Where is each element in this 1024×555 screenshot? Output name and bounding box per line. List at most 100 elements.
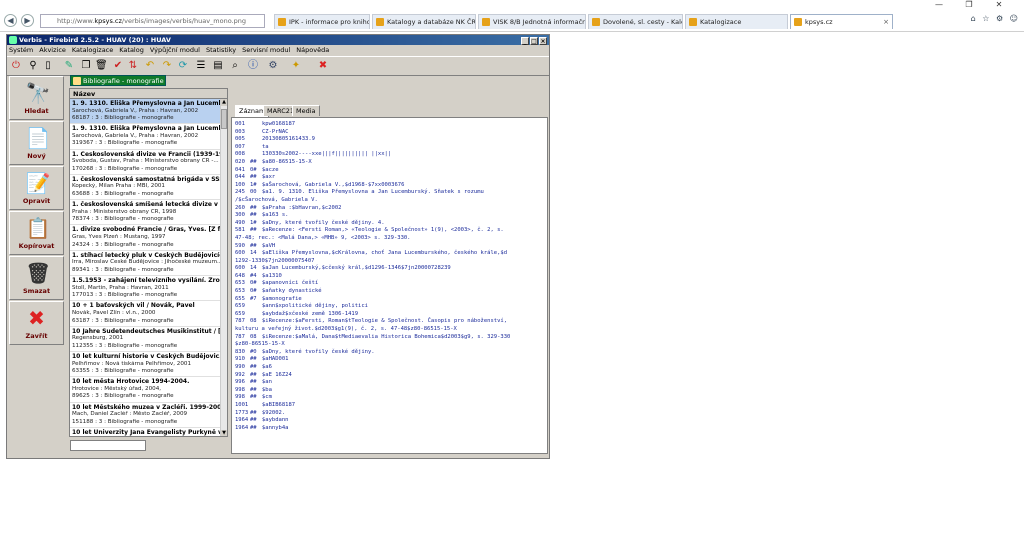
marc-indicator: ## [250, 227, 257, 234]
refresh-icon[interactable]: ⟳ [177, 60, 189, 72]
menu-item[interactable]: Servisní modul [242, 46, 290, 54]
back-arrow-icon[interactable]: ◀ [4, 14, 17, 27]
menu-item[interactable]: Katalog [119, 46, 144, 54]
list-item[interactable]: 1. stíhací letecký pluk v Českých Budějo… [70, 251, 227, 277]
tools-icon[interactable]: ⚙ [267, 60, 279, 72]
address-bar[interactable]: http://www.kpsys.cz/verbis/images/verbis… [40, 14, 265, 28]
marc-line: 044 ## $axr [235, 174, 544, 182]
marc-content: $aJan Lucemburský,$cčeský král,$d1296-13… [262, 265, 451, 272]
browser-tab[interactable]: Katalogizace [685, 14, 788, 29]
binoculars-icon[interactable]: ⚲ [27, 60, 39, 72]
action-panel: 🔭 Hledat 📄 Nový 📝 Opravit 📋 Kopírovat 🗑 Smazat ✖ Za… [9, 76, 64, 345]
app-close-button[interactable]: × [539, 37, 547, 45]
list-item[interactable]: 10 let kulturní historie v Českých Buděj… [70, 352, 227, 378]
close-x-icon: ✖ [28, 306, 45, 330]
list-scrollbar[interactable]: ▲ ▼ [220, 99, 227, 436]
delete-icon[interactable]: 🗑 [95, 60, 108, 72]
marc-tag: 787 [235, 333, 245, 340]
list-icon[interactable]: ☰ [195, 60, 207, 72]
action-1-button[interactable]: 📄 Nový [9, 121, 64, 165]
cancel-icon[interactable]: ✖ [317, 60, 329, 72]
marc-tag: 041 [235, 166, 245, 173]
list-item[interactable]: 1. Československá divize ve Francii (193… [70, 150, 227, 175]
marc-line: 260 ## $aPraha :$bHavran,$c2002 [235, 205, 544, 213]
find-icon[interactable]: ⌕ [229, 60, 241, 72]
browser-toolbar-icons[interactable]: ⌂ ☆ ⚙ ☺ [971, 14, 1020, 28]
list-item[interactable]: 1. československá samostatná brigáda v S… [70, 175, 227, 201]
tab-close-icon[interactable]: × [883, 15, 889, 29]
power-icon[interactable]: ⏻ [10, 60, 22, 72]
app-maximize-button[interactable]: □ [530, 37, 538, 45]
marc-tag: 600 [235, 265, 245, 272]
item-title: 10 let Městského muzea v Žacléři. 1999-2… [72, 403, 225, 411]
item-author: Šarochová, Gabriela V., Praha : Havran, … [72, 107, 199, 114]
menu-item[interactable]: Katalogizace [72, 46, 113, 54]
marc-content: /$cŠarochová, Gabriela V. [235, 196, 318, 203]
action-0-button[interactable]: 🔭 Hledat [9, 76, 64, 120]
app-minimize-button[interactable]: _ [521, 37, 529, 45]
scroll-up-icon[interactable]: ▲ [221, 99, 227, 106]
marc-content: $ann$xpolitické dějiny, politici [262, 303, 368, 310]
blank-page-icon[interactable]: ▯ [42, 60, 54, 72]
browser-tab[interactable]: Katalogy a databáze NK ČR [372, 14, 476, 29]
edit-icon[interactable]: ✎ [63, 60, 75, 72]
list-search-input[interactable] [70, 440, 146, 451]
browser-tab[interactable]: IPK - informace pro knihovny [274, 14, 370, 29]
action-2-button[interactable]: 📝 Opravit [9, 166, 64, 210]
list-item[interactable]: 10 let města Hrotovice 1994-2004. Hrotovi… [70, 377, 227, 403]
marc-indicator: 1# [250, 181, 257, 188]
minimize-button[interactable]: — [924, 0, 954, 9]
address-path: /verbis/images/verbis/huav_mono.png [121, 17, 247, 25]
menu-item[interactable]: Systém [9, 46, 33, 54]
menu-item[interactable]: Statistiky [206, 46, 236, 54]
scroll-down-icon[interactable]: ▼ [221, 430, 227, 436]
list-item[interactable]: 1. divize svobodné Francie / Gras, Yves.… [70, 225, 227, 251]
action-3-button[interactable]: 📋 Kopírovat [9, 211, 64, 255]
list-item[interactable]: 10 let Univerzity Jana Evangelisty Purky… [70, 428, 227, 436]
tab-favicon-icon [794, 18, 802, 26]
close-window-button[interactable]: ✕ [984, 0, 1014, 9]
browser-tab[interactable]: VISK 8/B Jednotná informační... [478, 14, 586, 29]
bulb-icon[interactable]: ✦ [290, 60, 302, 72]
menu-item[interactable]: Výpůjční modul [150, 46, 200, 54]
address-host: kpsys.cz [94, 17, 122, 25]
menu-item[interactable]: Akvizice [39, 46, 66, 54]
document-icon[interactable]: ▤ [212, 60, 224, 72]
list-item[interactable]: 10 let Městského muzea v Žacléři. 1999-2… [70, 403, 227, 428]
marc-line: 245 00 $a1. 9. 1310. Eliška Přemyslovna a … [235, 189, 544, 197]
list-item[interactable]: 10 Jahre Sudetendeutsches Musikinstitut … [70, 327, 227, 352]
document-tab[interactable]: Bibliografie - monografie [70, 75, 166, 86]
forward-arrow-icon[interactable]: ▶ [21, 14, 34, 27]
marc-line: 005 20130805161433.9 [235, 136, 544, 144]
browser-tab[interactable]: kpsys.cz × [790, 14, 893, 29]
maximize-button[interactable]: ❐ [954, 0, 984, 9]
record-tab[interactable]: Media [292, 105, 320, 116]
scroll-thumb[interactable] [221, 109, 227, 129]
list-item[interactable]: 1.5.1953 - zahájení televizního vysílání… [70, 276, 227, 302]
action-label: Nový [27, 152, 46, 160]
browser-tab[interactable]: Dovolené, sl. cesty - Kalendář [588, 14, 683, 29]
item-author: Regensburg, 2001 [72, 335, 124, 342]
list-item[interactable]: 10 + 1 baťovských vil / Novák, Pavel Nová… [70, 301, 227, 327]
menu-item[interactable]: Nápověda [296, 46, 329, 54]
copy-icon[interactable]: ❐ [80, 60, 92, 72]
item-number: 24324 : 3 : Bibliografie - monografie [72, 241, 174, 248]
action-5-button[interactable]: ✖ Zavřít [9, 301, 64, 345]
list-column-header[interactable]: Název [70, 89, 227, 99]
action-4-button[interactable]: 🗑 Smazat [9, 256, 64, 300]
list-item[interactable]: 1. 9. 1310. Eliška Přemyslovna a Jan Luc… [70, 124, 227, 150]
list-item[interactable]: 1. 9. 1310. Eliška Přemyslovna a Jan Luc… [70, 99, 227, 125]
info-icon[interactable]: ⓘ [247, 60, 259, 72]
check-icon[interactable]: ✔ [112, 60, 124, 72]
marc-line: 1964 ## $annyb4a [235, 425, 544, 433]
window-controls: — ❐ ✕ [924, 0, 1024, 12]
marc-content: $aŠarochová, Gabriela V.,$d1968-$7xx0003… [262, 181, 405, 188]
marc-content: $iRecenze:$aFersti, Roman$tTeologie & Sp… [262, 318, 508, 325]
arrows-icon[interactable]: ⇅ [127, 60, 139, 72]
list-item[interactable]: 1. československá smíšená letecká divize… [70, 200, 227, 226]
browser-chrome: — ❐ ✕ ◀ ▶ http://www.kpsys.cz/verbis/image… [0, 0, 1024, 32]
marc-tag: 005 [235, 136, 245, 143]
back-step-icon[interactable]: ↶ [144, 60, 156, 72]
forward-step-icon[interactable]: ↷ [161, 60, 173, 72]
marc-tag: 100 [235, 181, 245, 188]
